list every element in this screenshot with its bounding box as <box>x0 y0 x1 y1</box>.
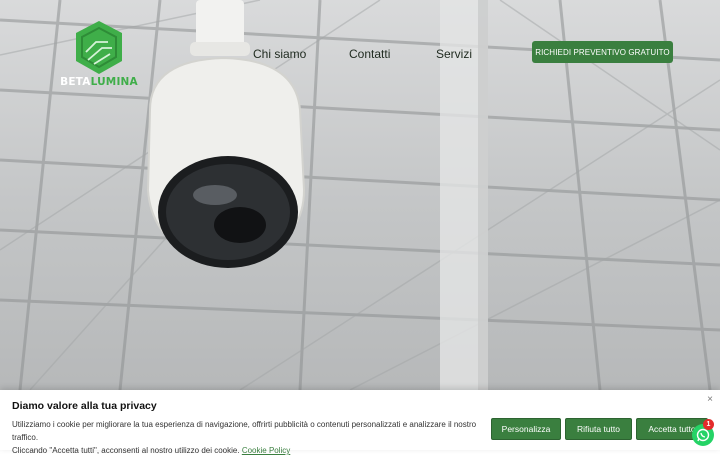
logo-text-part2: LUMINA <box>90 76 138 88</box>
cookie-banner-text: Utilizziamo i cookie per migliorare la t… <box>12 418 482 457</box>
nav-link-chi-siamo[interactable]: Chi siamo <box>253 47 306 61</box>
cookie-banner-title: Diamo valore alla tua privacy <box>12 400 157 412</box>
logo-hexagon-icon <box>76 21 122 74</box>
nav-link-contatti[interactable]: Contatti <box>349 47 390 61</box>
whatsapp-icon <box>696 428 710 442</box>
reject-all-button[interactable]: Rifiuta tutto <box>565 418 632 440</box>
close-icon[interactable]: × <box>707 394 713 405</box>
whatsapp-notification-badge: 1 <box>703 419 714 430</box>
cookie-text-line1: Utilizziamo i cookie per migliorare la t… <box>12 420 477 442</box>
request-quote-button[interactable]: RICHIEDI PREVENTIVO GRATUITO <box>532 41 673 63</box>
cookie-text-line2: Cliccando "Accetta tutti", acconsenti al… <box>12 446 240 455</box>
logo-text-part1: BETA <box>60 76 91 88</box>
cookie-policy-link[interactable]: Cookie Policy <box>242 446 290 455</box>
nav-link-servizi[interactable]: Servizi <box>436 47 472 61</box>
customize-cookies-button[interactable]: Personalizza <box>491 418 561 440</box>
brand-logo[interactable]: BETALUMINA <box>58 18 140 92</box>
logo-text: BETALUMINA <box>58 76 140 88</box>
